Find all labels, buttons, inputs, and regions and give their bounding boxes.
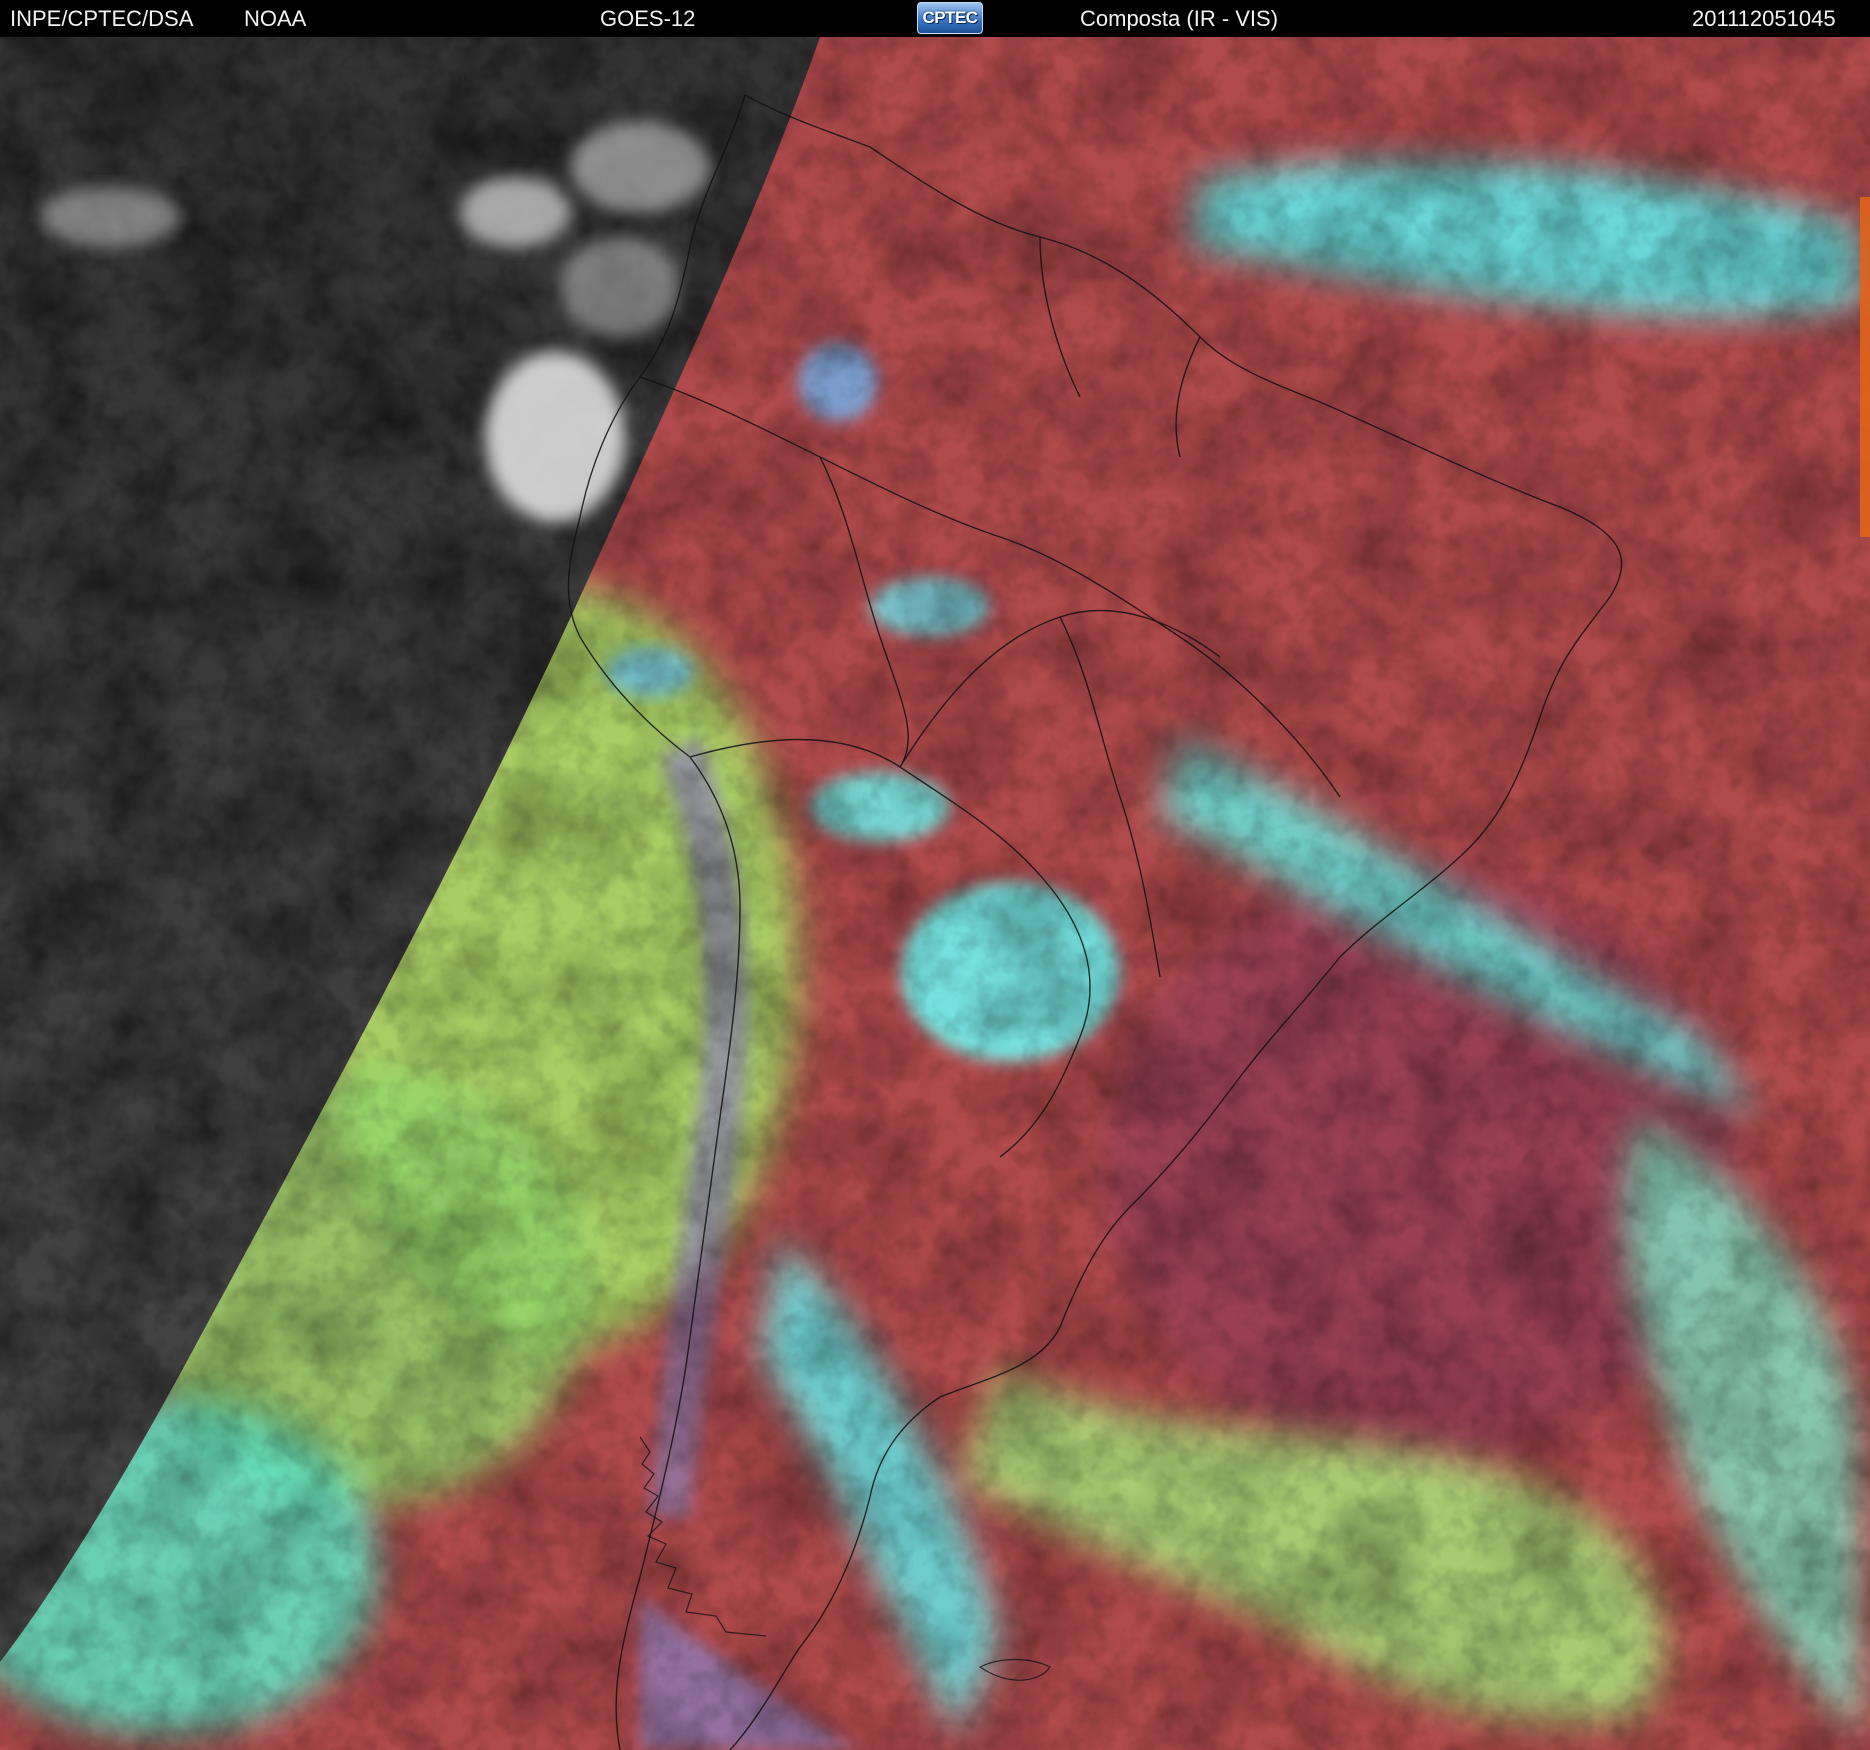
source-label: NOAA [244,6,307,31]
cptec-logo-text: CPTEC [922,8,978,27]
timestamp-label: 201112051045 [1692,6,1836,31]
image-header-bar: INPE/CPTEC/DSA NOAA GOES-12 CPTEC Compos… [0,0,1870,37]
agency-label: INPE/CPTEC/DSA [10,6,194,31]
satellite-image [0,37,1870,1750]
product-label: Composta (IR - VIS) [1080,6,1279,31]
satellite-label: GOES-12 [600,6,696,31]
cptec-logo: CPTEC [917,2,983,34]
